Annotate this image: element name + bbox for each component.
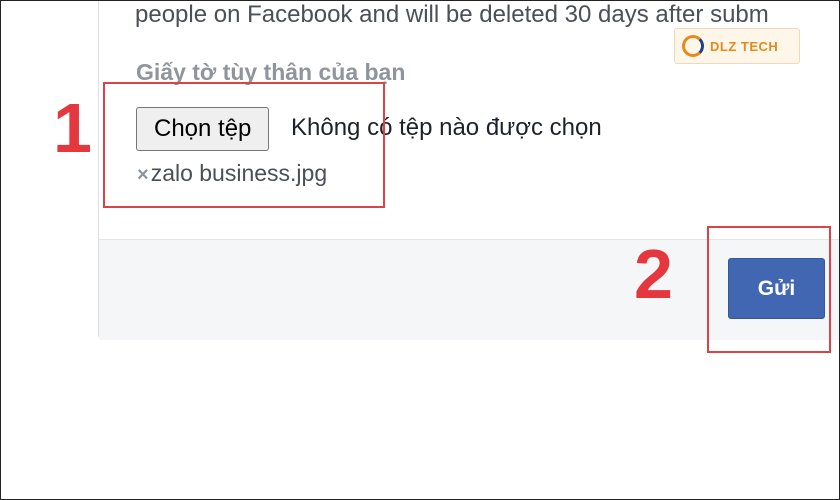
logo-mark-icon xyxy=(682,35,704,57)
step-number-2: 2 xyxy=(634,235,673,313)
step-number-1: 1 xyxy=(53,89,92,167)
screenshot-frame: people on Facebook and will be deleted 3… xyxy=(0,0,840,500)
watermark-logo: DLZ TECH xyxy=(674,28,800,64)
highlight-box-step-2 xyxy=(707,226,831,353)
logo-text: DLZ TECH xyxy=(710,38,779,54)
form-description: people on Facebook and will be deleted 3… xyxy=(135,1,769,28)
highlight-box-step-1 xyxy=(103,82,385,208)
